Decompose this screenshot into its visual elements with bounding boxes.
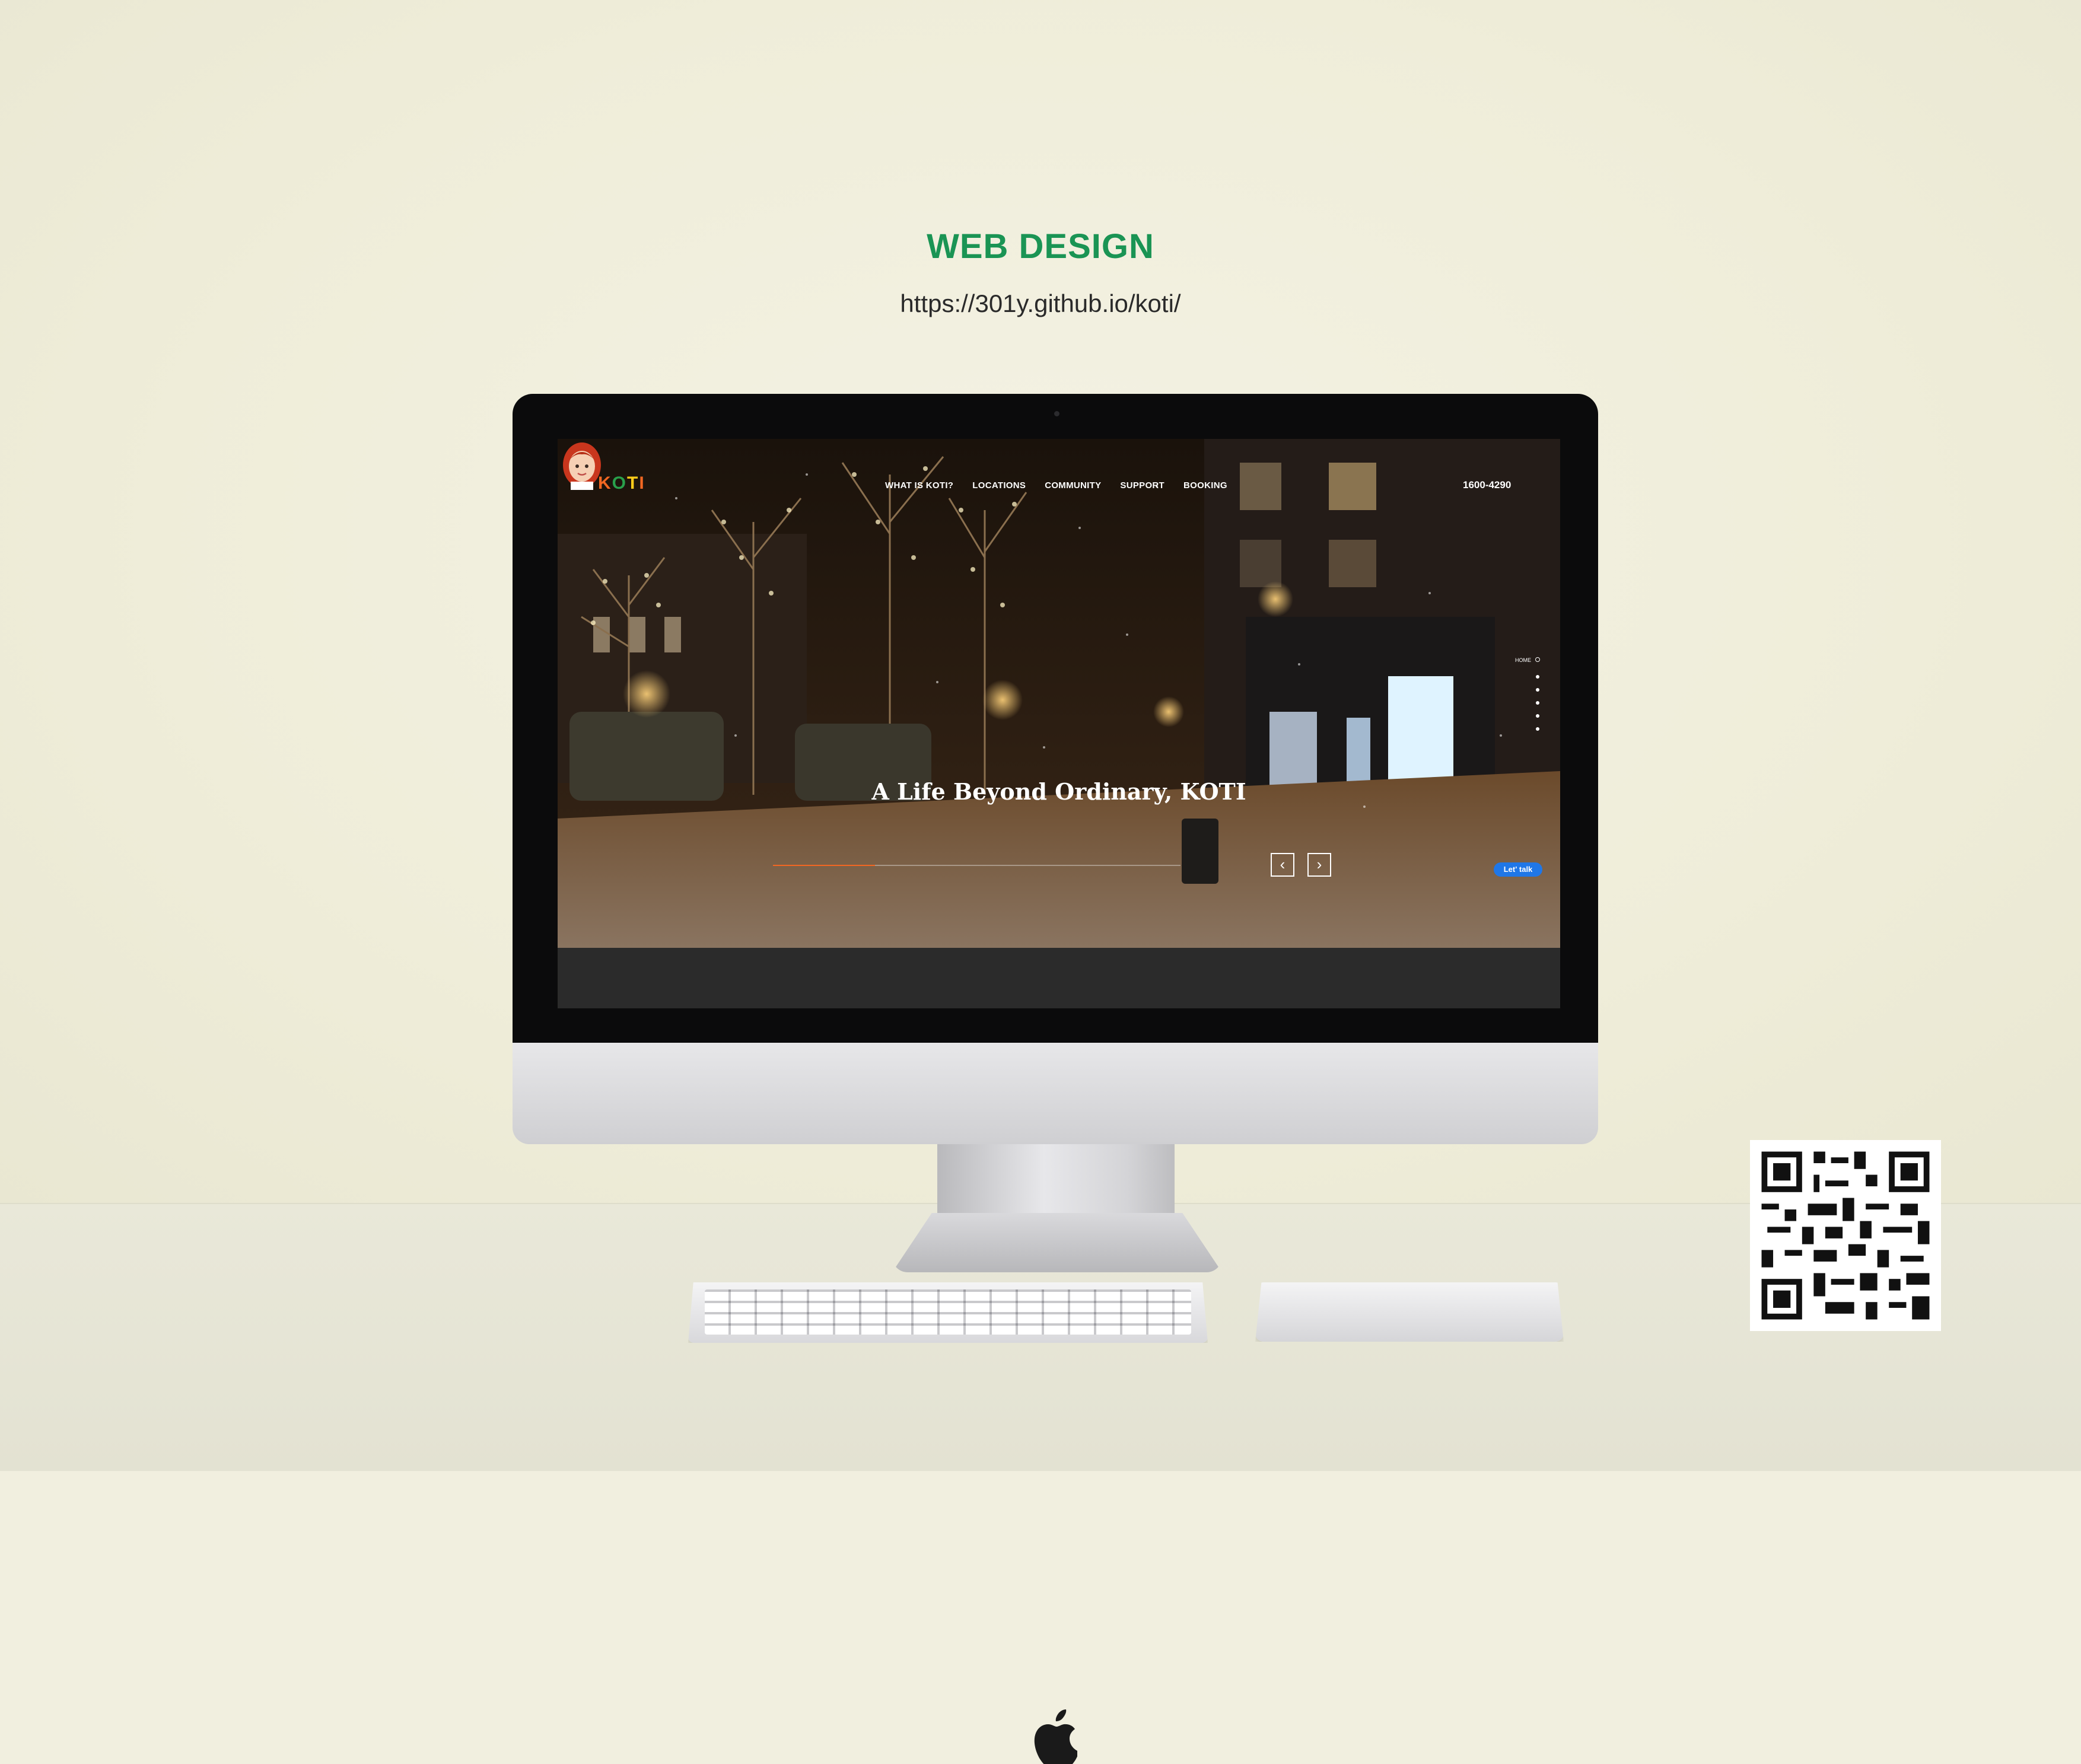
phone-number[interactable]: 1600-4290 — [1463, 479, 1511, 491]
camera — [1054, 411, 1059, 416]
imac-chin — [513, 1043, 1598, 1764]
chat-avatar-icon[interactable] — [558, 439, 606, 490]
page-url[interactable]: https://301y.github.io/koti/ — [0, 289, 2081, 318]
section-dot[interactable] — [1536, 714, 1539, 718]
nav-booking[interactable]: BOOKING — [1183, 480, 1227, 491]
section-dot[interactable] — [1536, 675, 1539, 679]
section-dot-active[interactable] — [1535, 657, 1540, 662]
section-dot[interactable] — [1536, 701, 1539, 705]
website-screen: KOTI WHAT IS KOTI? LOCATIONS COMMUNITY S… — [558, 439, 1560, 1008]
chevron-right-icon: › — [1316, 855, 1322, 873]
trackpad — [1255, 1282, 1564, 1342]
slide-next-button[interactable]: › — [1307, 853, 1331, 877]
imac-stand-foot — [892, 1213, 1222, 1272]
qr-code-icon[interactable] — [1750, 1140, 1941, 1331]
hero-street-scene — [558, 439, 1560, 948]
keyboard-keys — [705, 1289, 1191, 1335]
next-section-strip — [558, 948, 1560, 1008]
keyboard — [688, 1282, 1208, 1343]
logo-letter: T — [627, 473, 639, 493]
side-nav-label: HOME — [1515, 657, 1531, 663]
main-nav: WHAT IS KOTI? LOCATIONS COMMUNITY SUPPOR… — [885, 480, 1227, 491]
section-dots-nav: HOME — [1515, 657, 1551, 734]
nav-what-is-koti[interactable]: WHAT IS KOTI? — [885, 480, 953, 491]
nav-locations[interactable]: LOCATIONS — [972, 480, 1026, 491]
section-dot[interactable] — [1536, 688, 1539, 692]
logo-letter: O — [612, 473, 628, 493]
logo-letter: I — [639, 473, 645, 493]
hero-section: KOTI WHAT IS KOTI? LOCATIONS COMMUNITY S… — [558, 439, 1560, 948]
chevron-left-icon: ‹ — [1280, 855, 1285, 873]
page-title: WEB DESIGN — [927, 227, 1154, 266]
nav-support[interactable]: SUPPORT — [1120, 480, 1164, 491]
apple-logo-icon — [1034, 1709, 1077, 1764]
slide-prev-button[interactable]: ‹ — [1271, 853, 1294, 877]
section-dot[interactable] — [1536, 727, 1539, 731]
imac-stand — [937, 1144, 1175, 1215]
slide-progress-bar — [773, 865, 1180, 866]
slide-progress-fill — [773, 865, 875, 866]
nav-community[interactable]: COMMUNITY — [1045, 480, 1101, 491]
chat-button[interactable]: Let' talk — [1494, 862, 1542, 877]
hero-headline: A Life Beyond Ordinary, KOTI — [871, 778, 1246, 805]
